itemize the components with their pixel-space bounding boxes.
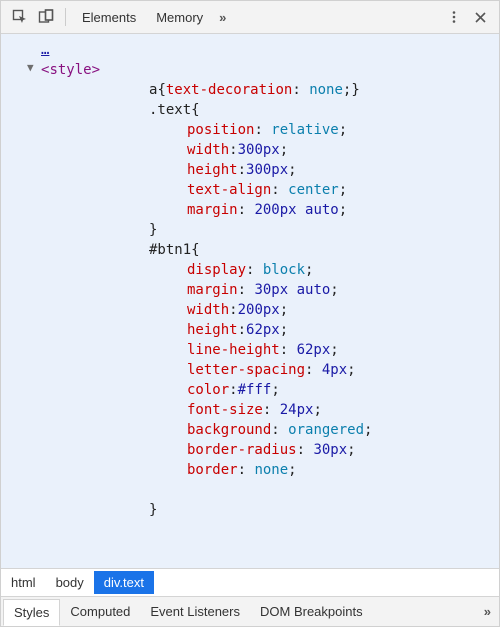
style-open-tag: <style>: [41, 60, 499, 80]
css-property: width: [187, 302, 229, 318]
rule-btn-close: }: [41, 500, 499, 520]
devtools-toolbar: Elements Memory »: [1, 1, 499, 34]
rule-text-selector: .text{: [41, 100, 499, 120]
css-value: 30px: [313, 442, 347, 458]
css-declaration: border: none;: [41, 460, 499, 480]
bottom-tab-event-listeners[interactable]: Event Listeners: [140, 599, 250, 624]
css-declaration: height:62px;: [41, 320, 499, 340]
css-declaration: width:300px;: [41, 140, 499, 160]
css-value: relative: [271, 122, 338, 138]
rule-a: a{text-decoration: none;}: [41, 80, 499, 100]
collapse-arrow-icon[interactable]: ▼: [27, 58, 34, 78]
css-value: 200px: [238, 302, 280, 318]
inspect-element-icon[interactable]: [7, 4, 33, 30]
css-property: position: [187, 122, 254, 138]
css-declaration: display: block;: [41, 260, 499, 280]
css-declaration: text-align: center;: [41, 180, 499, 200]
breadcrumbs-bar: html body div.text: [1, 568, 499, 596]
rule-btn-selector: #btn1{: [41, 240, 499, 260]
bottom-tab-computed[interactable]: Computed: [60, 599, 140, 624]
css-value: 24px: [280, 402, 314, 418]
css-value: 200px auto: [254, 202, 338, 218]
css-value: 300px: [246, 162, 288, 178]
css-property: margin: [187, 202, 238, 218]
bottom-tab-dom-breakpoints[interactable]: DOM Breakpoints: [250, 599, 373, 624]
css-property: height: [187, 322, 238, 338]
css-declaration: margin: 30px auto;: [41, 280, 499, 300]
css-property: display: [187, 262, 246, 278]
css-property: border-radius: [187, 442, 297, 458]
css-declaration: letter-spacing: 4px;: [41, 360, 499, 380]
device-toggle-icon[interactable]: [33, 4, 59, 30]
css-value: #fff: [238, 382, 272, 398]
css-property: height: [187, 162, 238, 178]
css-value: 62px: [297, 342, 331, 358]
css-value: 62px: [246, 322, 280, 338]
css-declaration: line-height: 62px;: [41, 340, 499, 360]
css-declaration: background: orangered;: [41, 420, 499, 440]
tab-memory[interactable]: Memory: [146, 4, 213, 31]
bottom-tabs-overflow-icon[interactable]: »: [478, 604, 497, 619]
truncated-line: …: [41, 40, 499, 60]
css-property: letter-spacing: [187, 362, 305, 378]
css-value: none: [254, 462, 288, 478]
kebab-menu-icon[interactable]: [441, 4, 467, 30]
css-value: block: [263, 262, 305, 278]
css-property: border: [187, 462, 238, 478]
css-value: 30px auto: [254, 282, 330, 298]
css-declaration: border-radius: 30px;: [41, 440, 499, 460]
css-declaration: font-size: 24px;: [41, 400, 499, 420]
css-property: line-height: [187, 342, 280, 358]
breadcrumb-body[interactable]: body: [46, 571, 94, 594]
breadcrumb-div-text[interactable]: div.text: [94, 571, 154, 594]
css-value: 4px: [322, 362, 347, 378]
css-property: text-align: [187, 182, 271, 198]
blank-line: [41, 480, 499, 500]
rule-text-close: }: [41, 220, 499, 240]
css-declaration: width:200px;: [41, 300, 499, 320]
css-declaration: color:#fff;: [41, 380, 499, 400]
tabs-overflow-icon[interactable]: »: [213, 10, 232, 25]
tab-elements[interactable]: Elements: [72, 4, 146, 31]
source-panel[interactable]: … ▼ <style> a{text-decoration: none;} .t…: [1, 34, 499, 568]
css-property: width: [187, 142, 229, 158]
breadcrumb-html[interactable]: html: [1, 571, 46, 594]
css-value: 300px: [238, 142, 280, 158]
css-property: color: [187, 382, 229, 398]
bottom-tab-styles[interactable]: Styles: [3, 599, 60, 626]
css-declaration: margin: 200px auto;: [41, 200, 499, 220]
css-property: margin: [187, 282, 238, 298]
css-value: orangered: [288, 422, 364, 438]
toolbar-separator: [65, 8, 66, 26]
css-declaration: position: relative;: [41, 120, 499, 140]
css-property: background: [187, 422, 271, 438]
styles-panel-tabs: Styles Computed Event Listeners DOM Brea…: [1, 596, 499, 626]
css-property: font-size: [187, 402, 263, 418]
css-value: center: [288, 182, 339, 198]
close-devtools-icon[interactable]: [467, 4, 493, 30]
css-declaration: height:300px;: [41, 160, 499, 180]
